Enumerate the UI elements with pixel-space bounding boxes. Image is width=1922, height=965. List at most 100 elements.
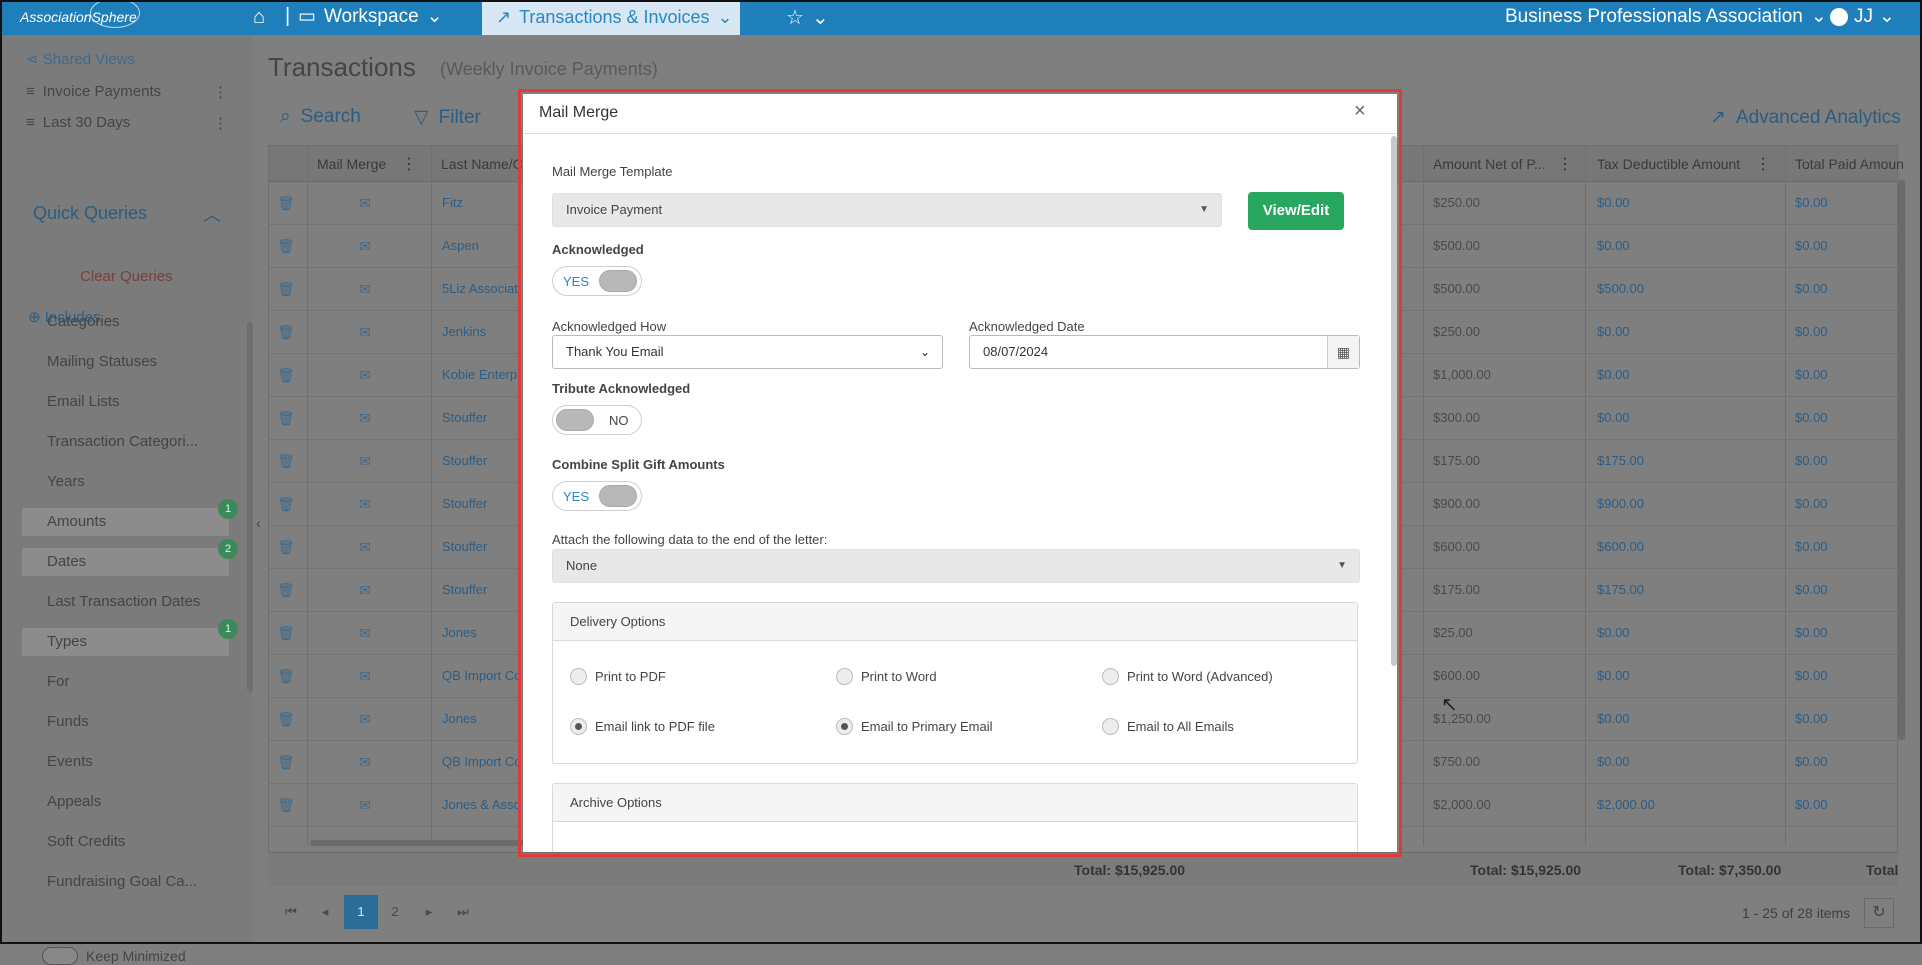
paid-cell[interactable]: $0.00: [1795, 797, 1828, 812]
trash-icon[interactable]: 🗑: [277, 797, 295, 814]
tax-cell[interactable]: $0.00: [1597, 410, 1630, 425]
envelope-icon[interactable]: ✉: [359, 539, 371, 556]
grid-horizontal-scrollbar[interactable]: [310, 840, 530, 846]
envelope-icon[interactable]: ✉: [359, 410, 371, 427]
user-menu[interactable]: JJ ⌄: [1830, 4, 1895, 30]
column-header-mail-merge[interactable]: Mail Merge: [317, 156, 386, 172]
trash-icon[interactable]: 🗑: [277, 281, 295, 298]
tax-cell[interactable]: $500.00: [1597, 281, 1644, 296]
column-header-amount-net[interactable]: Amount Net of P...: [1433, 156, 1546, 172]
paid-cell[interactable]: $0.00: [1795, 754, 1828, 769]
sidebar-item-events[interactable]: Events: [22, 748, 229, 776]
prev-page-icon[interactable]: ◂: [308, 895, 342, 929]
kebab-menu-icon[interactable]: ⋮: [213, 83, 228, 101]
column-menu-icon[interactable]: ⋮: [401, 154, 417, 174]
trash-icon[interactable]: 🗑: [277, 668, 295, 685]
name-cell[interactable]: Stouffer: [442, 453, 487, 468]
tax-cell[interactable]: $2,000.00: [1597, 797, 1655, 812]
paid-cell[interactable]: $0.00: [1795, 539, 1828, 554]
sidebar-item-dates[interactable]: Dates: [22, 548, 229, 576]
attach-data-select[interactable]: None ▼: [552, 549, 1360, 583]
kebab-menu-icon[interactable]: ⋮: [213, 114, 228, 132]
name-cell[interactable]: Kobie Enterp: [442, 367, 517, 382]
name-cell[interactable]: QB Import Co: [442, 754, 521, 769]
sidebar-item-years[interactable]: Years: [22, 468, 229, 496]
trash-icon[interactable]: 🗑: [277, 367, 295, 384]
dialog-scrollbar[interactable]: [1391, 136, 1397, 666]
envelope-icon[interactable]: ✉: [359, 281, 371, 298]
sidebar-item-mailing-statuses[interactable]: Mailing Statuses: [22, 348, 229, 376]
sidebar-scrollbar[interactable]: [247, 322, 253, 692]
trash-icon[interactable]: 🗑: [277, 324, 295, 341]
paid-cell[interactable]: $0.00: [1795, 195, 1828, 210]
tax-cell[interactable]: $600.00: [1597, 539, 1644, 554]
envelope-icon[interactable]: ✉: [359, 582, 371, 599]
tax-cell[interactable]: $175.00: [1597, 582, 1644, 597]
refresh-icon[interactable]: ↻: [1864, 898, 1894, 928]
trash-icon[interactable]: 🗑: [277, 539, 295, 556]
paid-cell[interactable]: $0.00: [1795, 324, 1828, 339]
sidebar-item-soft-credits[interactable]: Soft Credits: [22, 828, 229, 856]
tax-cell[interactable]: $0.00: [1597, 195, 1630, 210]
column-header-last-name[interactable]: Last Name/C: [441, 156, 523, 172]
first-page-icon[interactable]: ⏮: [274, 895, 308, 929]
shared-views-link[interactable]: ⋖ Shared Views: [26, 50, 135, 68]
name-cell[interactable]: Jones: [442, 625, 477, 640]
tribute-toggle[interactable]: NO: [552, 405, 642, 435]
envelope-icon[interactable]: ✉: [359, 711, 371, 728]
search-button[interactable]: ⌕ Search: [280, 106, 361, 128]
envelope-icon[interactable]: ✉: [359, 754, 371, 771]
sidebar-item-for[interactable]: For: [22, 668, 229, 696]
sidebar-item-transaction-categories[interactable]: Transaction Categori...: [22, 428, 229, 456]
envelope-icon[interactable]: ✉: [359, 367, 371, 384]
envelope-icon[interactable]: ✉: [359, 195, 371, 212]
trash-icon[interactable]: 🗑: [277, 711, 295, 728]
sidebar-item-appeals[interactable]: Appeals: [22, 788, 229, 816]
paid-cell[interactable]: $0.00: [1795, 496, 1828, 511]
radio-email-link-pdf[interactable]: Email link to PDF file: [570, 718, 715, 735]
name-cell[interactable]: Stouffer: [442, 410, 487, 425]
radio-print-to-word-advanced[interactable]: Print to Word (Advanced): [1102, 668, 1273, 685]
close-icon[interactable]: ×: [1354, 100, 1366, 123]
name-cell[interactable]: Stouffer: [442, 539, 487, 554]
chevron-up-icon[interactable]: ︿: [203, 201, 221, 227]
trash-icon[interactable]: 🗑: [277, 195, 295, 212]
association-selector[interactable]: Business Professionals Association ⌄: [1505, 4, 1827, 30]
tax-cell[interactable]: $900.00: [1597, 496, 1644, 511]
column-header-tax-deductible[interactable]: Tax Deductible Amount: [1597, 156, 1740, 172]
ack-date-input[interactable]: 08/07/2024 ▦: [969, 335, 1360, 369]
filter-button[interactable]: ▽ Filter: [414, 106, 481, 129]
paid-cell[interactable]: $0.00: [1795, 582, 1828, 597]
envelope-icon[interactable]: ✉: [359, 797, 371, 814]
sidebar-view-last-30-days[interactable]: ≡ Last 30 Days: [26, 114, 130, 131]
name-cell[interactable]: Jenkins: [442, 324, 486, 339]
grid-vertical-scrollbar[interactable]: [1898, 180, 1905, 740]
name-cell[interactable]: Fitz: [442, 195, 463, 210]
sidebar-item-amounts[interactable]: Amounts: [22, 508, 229, 536]
radio-email-all[interactable]: Email to All Emails: [1102, 718, 1234, 735]
sidebar-item-fundraising-goal[interactable]: Fundraising Goal Ca...: [22, 868, 229, 896]
calendar-icon[interactable]: ▦: [1327, 336, 1359, 368]
radio-email-primary[interactable]: Email to Primary Email: [836, 718, 992, 735]
favorites-menu[interactable]: ☆ ⌄: [786, 5, 829, 30]
paid-cell[interactable]: $0.00: [1795, 625, 1828, 640]
sidebar-view-invoice-payments[interactable]: ≡ Invoice Payments: [26, 83, 161, 100]
name-cell[interactable]: Stouffer: [442, 496, 487, 511]
envelope-icon[interactable]: ✉: [359, 496, 371, 513]
name-cell[interactable]: Stouffer: [442, 582, 487, 597]
paid-cell[interactable]: $0.00: [1795, 668, 1828, 683]
page-1-button[interactable]: 1: [344, 895, 378, 929]
name-cell[interactable]: 5Liz Associat: [442, 281, 518, 296]
tab-transactions-invoices[interactable]: ↗ Transactions & Invoices ⌄: [482, 0, 740, 35]
paid-cell[interactable]: $0.00: [1795, 711, 1828, 726]
next-page-icon[interactable]: ▸: [412, 895, 446, 929]
name-cell[interactable]: QB Import Co: [442, 668, 521, 683]
workspace-menu[interactable]: ▭ Workspace ⌄: [298, 4, 443, 30]
sidebar-item-categories[interactable]: Categories: [22, 308, 229, 336]
app-logo[interactable]: AssociationSphere: [20, 0, 140, 30]
tax-cell[interactable]: $0.00: [1597, 668, 1630, 683]
name-cell[interactable]: Jones & Asso: [442, 797, 521, 812]
paid-cell[interactable]: $0.00: [1795, 453, 1828, 468]
quick-queries-heading[interactable]: Quick Queries: [33, 203, 147, 224]
column-menu-icon[interactable]: ⋮: [1755, 154, 1771, 174]
